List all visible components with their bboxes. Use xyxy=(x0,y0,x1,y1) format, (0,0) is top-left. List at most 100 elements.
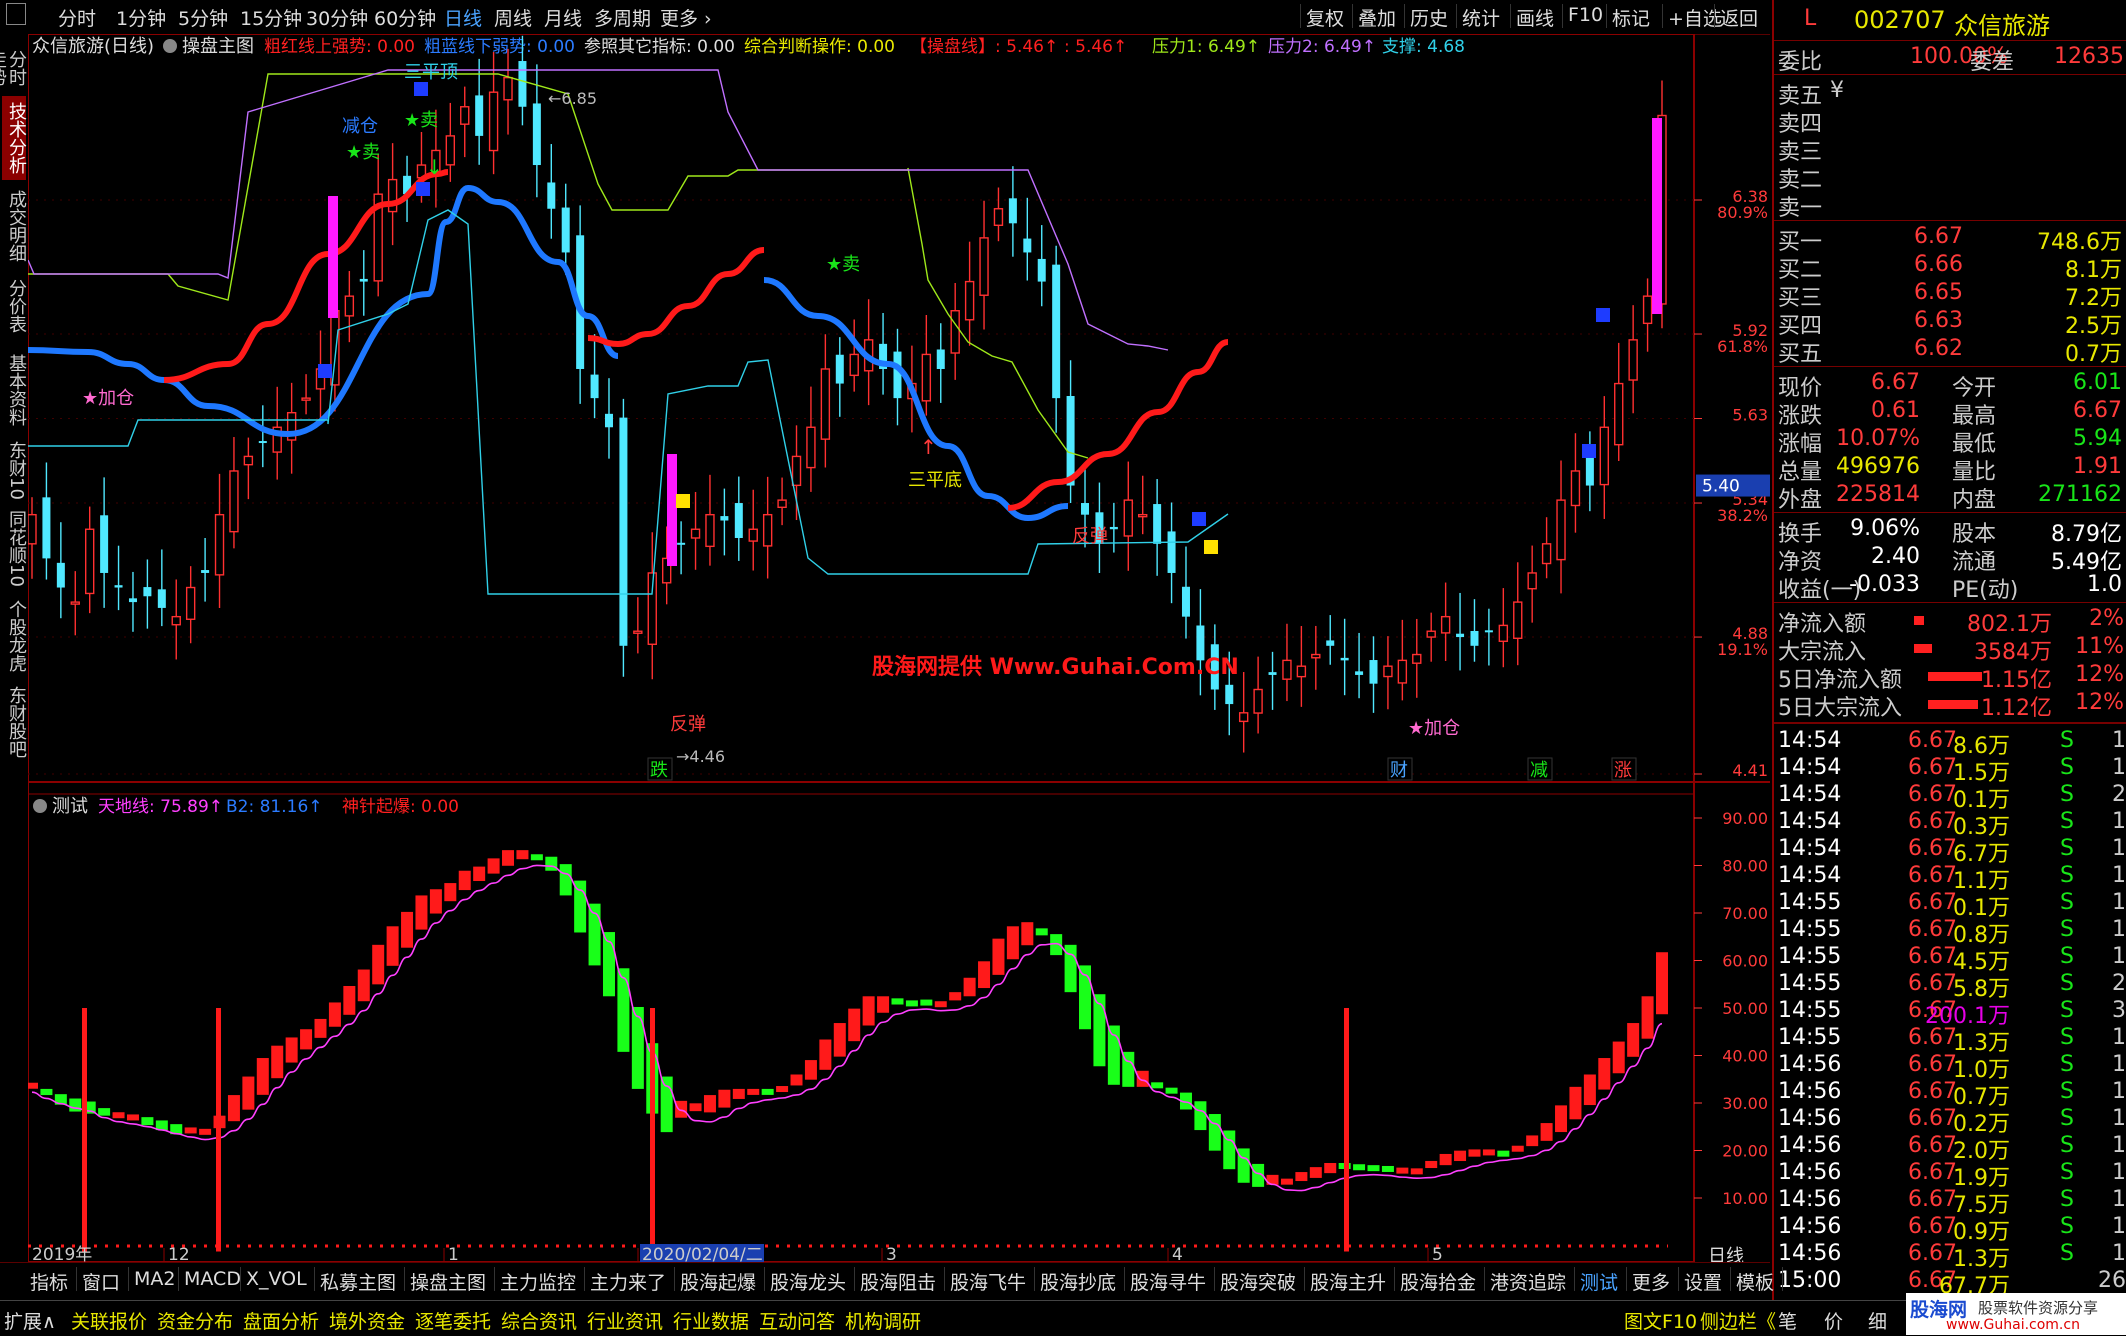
candle-body xyxy=(1123,499,1133,537)
period-tab-5[interactable]: 60分钟 xyxy=(374,4,436,31)
buy-row-1[interactable]: 买二 6.66 8.1万 xyxy=(1774,252,2126,283)
candle-body xyxy=(1397,659,1408,684)
window-menu-icon[interactable] xyxy=(6,3,26,25)
left-tab-1[interactable]: 技术分析 xyxy=(2,96,27,180)
period-tab-2[interactable]: 5分钟 xyxy=(178,4,228,31)
period-tab-6[interactable]: 日线 xyxy=(444,4,482,31)
status-item-6[interactable]: 综合资讯 xyxy=(501,1307,577,1334)
indicator-tab-16[interactable]: 股海主升 xyxy=(1310,1268,1386,1295)
status-item-1[interactable]: 关联报价 xyxy=(71,1307,147,1334)
status-item-8[interactable]: 行业数据 xyxy=(673,1307,749,1334)
osc-bar xyxy=(1396,1167,1409,1174)
tick-row: 14:54 6.67 0.1万 S 2 xyxy=(1778,782,2126,813)
osc-bar xyxy=(617,968,630,1052)
status-right-4[interactable]: 细 xyxy=(1868,1307,1887,1334)
period-tab-10[interactable]: 更多 › xyxy=(660,4,712,31)
status-item-4[interactable]: 境外资金 xyxy=(329,1307,405,1334)
indicator-tab-19[interactable]: 测试 xyxy=(1580,1268,1618,1295)
kline-chart[interactable]: 众信旅游(日线) 操盘主图 粗红线上强势: 0.00 粗蓝线下弱势: 0.00 参照其它… xyxy=(28,34,1770,1262)
toolbar-button-0[interactable]: 复权 xyxy=(1306,4,1344,31)
status-item-9[interactable]: 互动问答 xyxy=(759,1307,835,1334)
indicator-tab-17[interactable]: 股海拾金 xyxy=(1400,1268,1476,1295)
status-item-0[interactable]: 扩展∧ xyxy=(4,1307,56,1334)
period-tab-1[interactable]: 1分钟 xyxy=(116,4,166,31)
osc-bar xyxy=(487,858,500,874)
indicator-tab-7[interactable]: 主力监控 xyxy=(500,1268,576,1295)
period-tab-4[interactable]: 30分钟 xyxy=(306,4,368,31)
tick-row: 14:54 6.67 0.3万 S 1 xyxy=(1778,809,2126,840)
buy-row-2[interactable]: 买三 6.65 7.2万 xyxy=(1774,280,2126,311)
weicha-value: 12635 xyxy=(2054,44,2124,69)
indicator-tab-6[interactable]: 操盘主图 xyxy=(410,1268,486,1295)
period-tab-3[interactable]: 15分钟 xyxy=(240,4,302,31)
left-tab-7[interactable]: 个股龙虎 xyxy=(2,596,27,676)
status-item-5[interactable]: 逐笔委托 xyxy=(415,1307,491,1334)
left-tab-4[interactable]: 基本资料 xyxy=(2,346,27,434)
buy-row-0[interactable]: 买一 6.67 748.6万 xyxy=(1774,224,2126,255)
indicator-tab-21[interactable]: 设置 xyxy=(1684,1268,1722,1295)
toolbar-button-4[interactable]: 画线 xyxy=(1516,4,1554,31)
candle-body xyxy=(1556,499,1566,561)
tiandi-line xyxy=(31,864,1663,1192)
indicator-tab-18[interactable]: 港资追踪 xyxy=(1490,1268,1566,1295)
flow-row-2: 5日净流入额 1.15亿 12% xyxy=(1778,662,2124,693)
period-tab-0[interactable]: 分时 xyxy=(58,4,96,31)
indicator-tab-11[interactable]: 股海阻击 xyxy=(860,1268,936,1295)
left-tab-3[interactable]: 分价表 xyxy=(2,272,27,340)
indicator-tab-9[interactable]: 股海起爆 xyxy=(680,1268,756,1295)
indicator-tab-1[interactable]: 窗口 xyxy=(82,1268,120,1295)
left-tab-5[interactable]: 东财10 xyxy=(2,440,27,500)
osc-bar xyxy=(689,1103,702,1112)
buy-row-3[interactable]: 买四 6.63 2.5万 xyxy=(1774,308,2126,339)
status-right-2[interactable]: 笔 xyxy=(1778,1307,1797,1334)
status-item-10[interactable]: 机构调研 xyxy=(845,1307,921,1334)
left-tab-0[interactable]: 分时走势 xyxy=(0,42,27,94)
status-right-1[interactable]: 侧边栏《 xyxy=(1700,1307,1776,1334)
sell-row-4[interactable]: 卖一 xyxy=(1774,190,2126,221)
toolbar-button-3[interactable]: 统计 xyxy=(1462,4,1500,31)
candle-body xyxy=(1296,665,1307,678)
status-item-7[interactable]: 行业资讯 xyxy=(587,1307,663,1334)
period-tab-8[interactable]: 月线 xyxy=(544,4,582,31)
indicator-tab-13[interactable]: 股海抄底 xyxy=(1040,1268,1116,1295)
indicator-tab-3[interactable]: MACD xyxy=(184,1268,241,1290)
candle-body xyxy=(359,278,368,282)
status-right-0[interactable]: 图文F10 xyxy=(1624,1307,1697,1334)
tick-row: 14:56 6.67 0.2万 S 1 xyxy=(1778,1106,2126,1137)
status-item-2[interactable]: 资金分布 xyxy=(157,1307,233,1334)
indicator-tab-12[interactable]: 股海飞牛 xyxy=(950,1268,1026,1295)
sell-row-3[interactable]: 卖二 xyxy=(1774,162,2126,193)
sell-row-2[interactable]: 卖三 xyxy=(1774,134,2126,165)
indicator-tab-4[interactable]: X_VOL xyxy=(246,1268,307,1290)
indicator-tab-10[interactable]: 股海龙头 xyxy=(770,1268,846,1295)
toolbar-button-5[interactable]: F10 xyxy=(1568,4,1603,26)
left-tab-8[interactable]: 东财股吧 xyxy=(2,682,27,762)
period-tab-7[interactable]: 周线 xyxy=(494,4,532,31)
indicator-tab-22[interactable]: 模板 xyxy=(1736,1268,1774,1295)
candle-body xyxy=(1167,531,1176,573)
left-tab-6[interactable]: 同花顺10 xyxy=(2,506,27,590)
status-right-3[interactable]: 价 xyxy=(1824,1307,1843,1334)
signal-bar-2 xyxy=(667,454,677,566)
osc-bar xyxy=(1425,1160,1438,1169)
indicator-tab-14[interactable]: 股海寻牛 xyxy=(1130,1268,1206,1295)
toolbar-button-8[interactable]: 返回 xyxy=(1720,4,1758,31)
toolbar-button-1[interactable]: 叠加 xyxy=(1358,4,1396,31)
tick-row: 15:00 6.67 67.7万 26 xyxy=(1778,1268,2126,1299)
indicator-tab-2[interactable]: MA2 xyxy=(134,1268,175,1290)
indicator-tab-15[interactable]: 股海突破 xyxy=(1220,1268,1296,1295)
sell-row-0[interactable]: 卖五 ¥ xyxy=(1774,78,2126,109)
sell-row-1[interactable]: 卖四 xyxy=(1774,106,2126,137)
toolbar-button-6[interactable]: 标记 xyxy=(1612,4,1650,31)
candle-body xyxy=(1052,264,1061,399)
left-tab-2[interactable]: 成交明细 xyxy=(2,186,27,266)
indicator-tab-8[interactable]: 主力来了 xyxy=(590,1268,666,1295)
status-item-3[interactable]: 盘面分析 xyxy=(243,1307,319,1334)
toolbar-button-2[interactable]: 历史 xyxy=(1410,4,1448,31)
candle-body xyxy=(1326,640,1335,646)
indicator-tab-0[interactable]: 指标 xyxy=(30,1268,68,1295)
indicator-tab-20[interactable]: 更多 xyxy=(1632,1268,1670,1295)
indicator-tab-5[interactable]: 私募主图 xyxy=(320,1268,396,1295)
buy-row-4[interactable]: 买五 6.62 0.7万 xyxy=(1774,336,2126,367)
period-tab-9[interactable]: 多周期 xyxy=(594,4,651,31)
